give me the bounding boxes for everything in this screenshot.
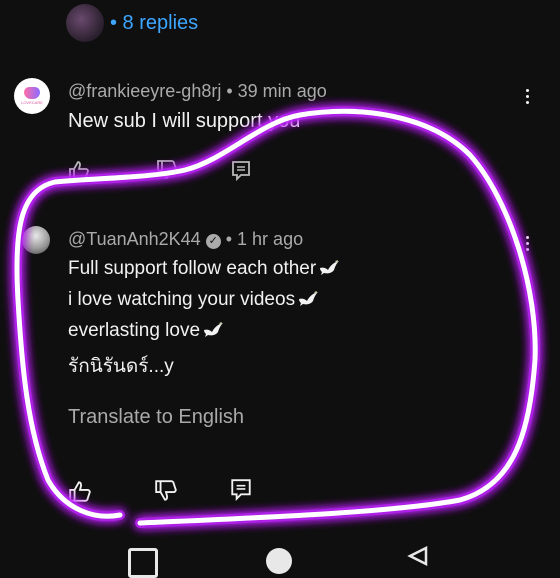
nav-back-icon[interactable]: [406, 545, 428, 571]
more-vert-icon[interactable]: [526, 236, 530, 254]
nav-recents-icon[interactable]: [128, 548, 158, 578]
comment-text: New sub I will support you: [68, 110, 301, 132]
dove-emoji-icon: [202, 317, 224, 337]
reply-icon[interactable]: [230, 478, 252, 502]
comment-line: i love watching your videos: [68, 284, 340, 315]
verified-check-icon: ✓: [205, 234, 221, 249]
thumb-down-icon[interactable]: [154, 480, 178, 502]
thumb-down-icon[interactable]: [156, 160, 178, 180]
comment-line: Full support follow each other: [68, 253, 340, 284]
reply-author-avatar[interactable]: [66, 4, 104, 42]
dove-emoji-icon: [297, 286, 319, 306]
nav-home-icon[interactable]: [266, 548, 292, 574]
comment-time: • 39 min ago: [226, 81, 327, 101]
reply-icon[interactable]: [231, 160, 251, 182]
comment-avatar[interactable]: [22, 226, 50, 254]
view-replies-link[interactable]: • 8 replies: [110, 12, 198, 35]
heart-logo-icon: [24, 87, 40, 99]
thumb-up-icon[interactable]: [68, 480, 92, 502]
comment-header: @frankieeyre-gh8rj • 39 min ago: [68, 81, 327, 102]
comment-header: @TuanAnh2K44 ✓ • 1 hr ago: [68, 229, 303, 250]
thumb-up-icon[interactable]: [68, 160, 90, 180]
comment-body: Full support follow each other i love wa…: [68, 253, 340, 382]
comment-author[interactable]: @TuanAnh2K44: [68, 229, 201, 249]
dove-emoji-icon: [318, 255, 340, 275]
comment-avatar[interactable]: LOVECARE: [14, 78, 50, 114]
comment-author[interactable]: @frankieeyre-gh8rj: [68, 81, 221, 101]
comment-line: everlasting love: [68, 315, 340, 346]
comment-line: รักนิรันดร์...y: [68, 356, 174, 377]
avatar-logo-text: LOVECARE: [21, 100, 43, 105]
comment-time: • 1 hr ago: [225, 229, 304, 249]
more-vert-icon[interactable]: [526, 89, 530, 107]
translate-button[interactable]: Translate to English: [68, 406, 244, 429]
